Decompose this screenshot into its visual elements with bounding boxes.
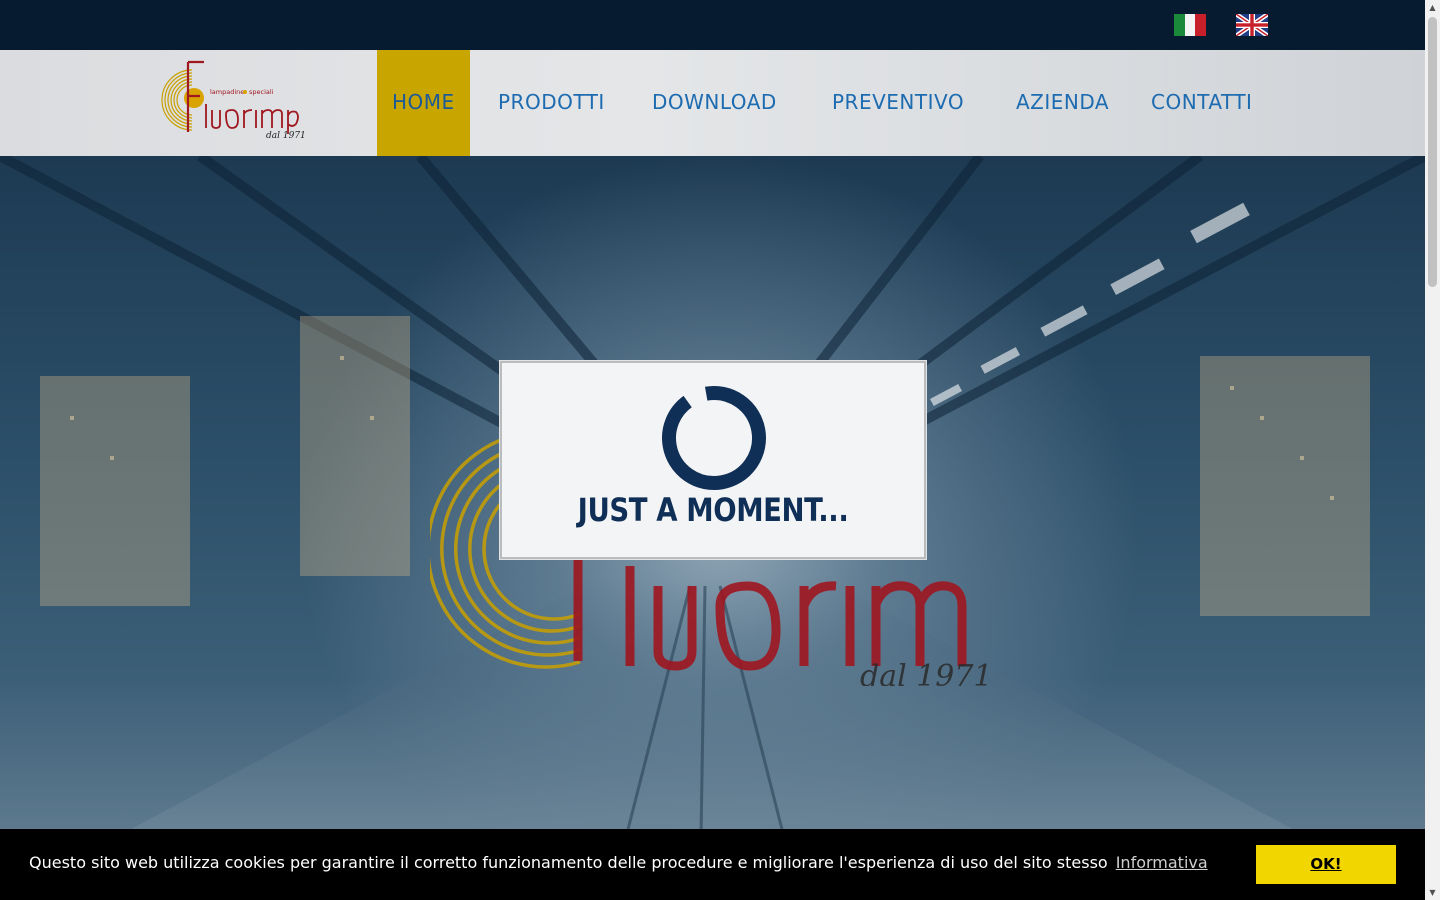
svg-text:lampadine: lampadine [210, 88, 244, 96]
nav-item-preventivo[interactable]: PREVENTIVO [817, 50, 979, 156]
nav-item-download[interactable]: DOWNLOAD [637, 50, 792, 156]
brand-logo[interactable]: lampadine speciali dal 1971 [148, 58, 308, 138]
cookie-accept-button[interactable]: OK! [1256, 845, 1396, 884]
svg-text:dal 1971: dal 1971 [266, 131, 306, 138]
loading-message: JUST A MOMENT... [577, 491, 849, 529]
scroll-down-arrow-icon[interactable]: ▼ [1425, 885, 1440, 900]
loading-dialog: JUST A MOMENT... [500, 361, 926, 559]
top-bar [0, 0, 1425, 50]
hero-banner: dal 1971 JUST A MOMENT... [0, 156, 1425, 900]
cookie-message: Questo sito web utilizza cookies per gar… [29, 853, 1208, 872]
nav-item-azienda[interactable]: AZIENDA [1001, 50, 1124, 156]
cookie-banner: Questo sito web utilizza cookies per gar… [0, 829, 1425, 900]
italian-flag-icon[interactable] [1174, 14, 1206, 36]
main-navbar: lampadine speciali dal 1971 HOME PRODOTT… [0, 50, 1425, 156]
nav-item-home[interactable]: HOME [377, 50, 470, 156]
loading-spinner-icon [662, 386, 766, 490]
svg-text:speciali: speciali [249, 88, 274, 96]
svg-text:dal 1971: dal 1971 [860, 659, 993, 686]
uk-flag-icon[interactable] [1236, 14, 1268, 36]
cookie-message-text: Questo sito web utilizza cookies per gar… [29, 853, 1108, 872]
nav-item-prodotti[interactable]: PRODOTTI [483, 50, 620, 156]
vertical-scrollbar[interactable]: ▲ ▼ [1425, 0, 1440, 900]
scroll-up-arrow-icon[interactable]: ▲ [1425, 0, 1440, 15]
cookie-info-link[interactable]: Informativa [1116, 853, 1208, 872]
page: lampadine speciali dal 1971 HOME PRODOTT… [0, 0, 1425, 900]
nav-item-contatti[interactable]: CONTATTI [1136, 50, 1267, 156]
scrollbar-thumb[interactable] [1428, 17, 1437, 287]
